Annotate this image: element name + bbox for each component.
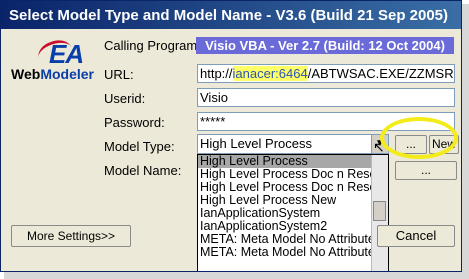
model-name-label: Model Name: bbox=[104, 163, 182, 178]
model-type-dropdown-list[interactable]: High Level Process High Level Process Do… bbox=[197, 154, 389, 271]
window-shadow-bottom bbox=[4, 272, 469, 279]
ea-webmodeler-logo: EA WebModeler bbox=[11, 36, 103, 85]
more-settings-button[interactable]: More Settings>> bbox=[11, 225, 131, 247]
browse-model-name-button[interactable]: ... bbox=[395, 161, 457, 180]
window-title: Select Model Type and Model Name - V3.6 … bbox=[9, 7, 449, 24]
password-label: Password: bbox=[104, 115, 165, 130]
url-input[interactable]: http://ianacer:6464/ABTWSAC.EXE/ZZMSRequ… bbox=[197, 64, 455, 83]
url-host-highlight: ianacer:6464 bbox=[232, 66, 308, 81]
logo-webmodeler-text: WebModeler bbox=[11, 66, 94, 82]
scrollbar-thumb[interactable] bbox=[373, 201, 386, 221]
dropdown-scrollbar[interactable] bbox=[371, 155, 388, 271]
url-label: URL: bbox=[104, 67, 134, 82]
userid-input[interactable]: Visio bbox=[197, 88, 455, 107]
window-shadow-right bbox=[462, 4, 469, 279]
model-type-label: Model Type: bbox=[104, 139, 175, 154]
yellow-highlight-ellipse bbox=[380, 117, 458, 159]
dropdown-item[interactable]: META: Meta Model No Attributes bbox=[198, 246, 388, 259]
title-bar[interactable]: Select Model Type and Model Name - V3.6 … bbox=[1, 1, 461, 29]
model-type-value: High Level Process bbox=[200, 136, 312, 151]
calling-program-value: Visio VBA - Ver 2.7 (Build: 12 Oct 2004) bbox=[196, 37, 454, 54]
userid-label: Userid: bbox=[104, 91, 146, 106]
calling-program-label: Calling Program: bbox=[104, 38, 201, 53]
cancel-button[interactable]: Cancel bbox=[377, 225, 455, 247]
dialog-window: Select Model Type and Model Name - V3.6 … bbox=[0, 0, 462, 272]
model-type-select[interactable]: High Level Process ▼ bbox=[197, 134, 389, 154]
mouse-cursor-icon: ↖ bbox=[373, 139, 385, 155]
